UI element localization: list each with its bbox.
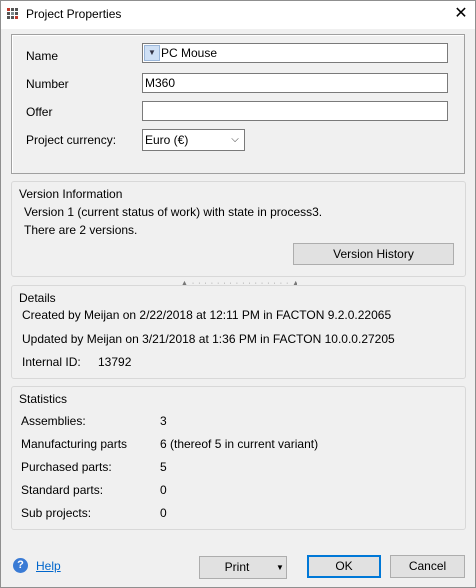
offer-field[interactable]: [142, 101, 448, 121]
version-status-text: Version 1 (current status of work) with …: [24, 205, 323, 219]
currency-label: Project currency:: [26, 133, 117, 147]
app-grid-icon: [7, 8, 19, 20]
cancel-button[interactable]: Cancel: [390, 555, 465, 578]
number-label: Number: [26, 77, 69, 91]
internal-id-label: Internal ID:: [22, 355, 81, 369]
project-properties-dialog: Project Properties ✕ Name ▼ PC Mouse Num…: [0, 0, 476, 588]
version-count-text: There are 2 versions.: [24, 223, 138, 237]
name-label: Name: [26, 49, 59, 63]
title-bar: Project Properties ✕: [1, 1, 475, 29]
stat-label: Manufacturing parts: [21, 437, 128, 451]
stat-value: 6 (thereof 5 in current variant): [160, 437, 319, 451]
ok-button[interactable]: OK: [307, 555, 381, 578]
print-dropdown-icon[interactable]: ▼: [274, 556, 287, 579]
help-question-icon[interactable]: ?: [13, 558, 28, 573]
stat-label: Sub projects:: [21, 506, 92, 520]
stat-label: Standard parts:: [21, 483, 104, 497]
details-panel: Details Created by Meijan on 2/22/2018 a…: [11, 285, 466, 379]
currency-select[interactable]: Euro (€) ⌵: [142, 129, 245, 151]
offer-label: Offer: [26, 105, 53, 119]
internal-id-value: 13792: [98, 355, 132, 369]
currency-value: Euro (€): [145, 133, 189, 147]
version-history-button[interactable]: Version History: [293, 243, 454, 265]
number-field[interactable]: M360: [142, 73, 448, 93]
window-title: Project Properties: [26, 7, 122, 21]
help-link[interactable]: Help: [36, 559, 61, 573]
stat-value: 5: [160, 460, 167, 474]
stat-value: 0: [160, 483, 167, 497]
statistics-title: Statistics: [19, 392, 68, 406]
stat-label: Assemblies:: [21, 414, 86, 428]
version-information-panel: Version Information Version 1 (current s…: [11, 181, 466, 277]
stat-label: Purchased parts:: [21, 460, 112, 474]
name-field[interactable]: ▼ PC Mouse: [142, 43, 448, 63]
close-icon[interactable]: ✕: [453, 5, 469, 23]
created-text: Created by Meijan on 2/22/2018 at 12:11 …: [22, 308, 392, 322]
name-dropdown-icon[interactable]: ▼: [144, 45, 160, 61]
name-value: PC Mouse: [161, 46, 218, 60]
version-information-title: Version Information: [19, 187, 123, 201]
updated-text: Updated by Meijan on 3/21/2018 at 1:36 P…: [22, 332, 395, 346]
stat-value: 3: [160, 414, 167, 428]
stat-value: 0: [160, 506, 167, 520]
project-fields-section: Name ▼ PC Mouse Number M360 Offer Projec…: [11, 34, 465, 174]
statistics-panel: Statistics Assemblies: 3 Manufacturing p…: [11, 386, 466, 530]
print-button[interactable]: Print: [199, 556, 275, 579]
chevron-down-icon: ⌵: [231, 134, 239, 145]
details-title: Details: [19, 291, 56, 305]
